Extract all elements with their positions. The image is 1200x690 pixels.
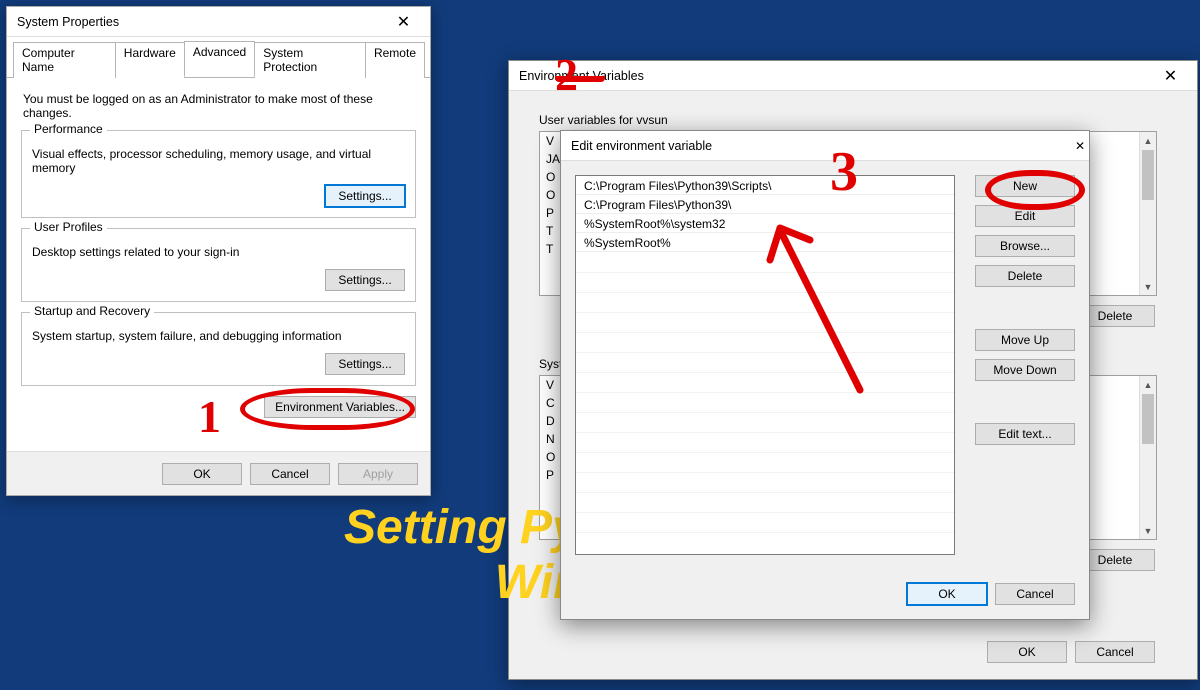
editdlg-cancel-button[interactable]: Cancel — [995, 583, 1075, 605]
legend-performance: Performance — [30, 122, 107, 136]
close-icon[interactable]: ✕ — [1075, 139, 1085, 153]
editdlg-titlebar[interactable]: Edit environment variable ✕ — [561, 131, 1089, 161]
list-item[interactable]: %SystemRoot% — [576, 233, 954, 252]
sysprop-footer: OK Cancel Apply — [7, 451, 430, 495]
edit-text-button[interactable]: Edit text... — [975, 423, 1075, 445]
move-up-button[interactable]: Move Up — [975, 329, 1075, 351]
annotation-underline-2 — [555, 72, 605, 82]
user-variables-label: User variables for vvsun — [539, 113, 668, 127]
apply-button[interactable]: Apply — [338, 463, 418, 485]
browse-button[interactable]: Browse... — [975, 235, 1075, 257]
cancel-button[interactable]: Cancel — [250, 463, 330, 485]
envwin-title: Environment Variables — [519, 69, 1148, 83]
tab-advanced[interactable]: Advanced — [184, 41, 255, 77]
path-entries-list[interactable]: C:\Program Files\Python39\Scripts\ C:\Pr… — [575, 175, 955, 555]
tab-remote[interactable]: Remote — [365, 42, 425, 78]
tab-computer-name[interactable]: Computer Name — [13, 42, 116, 78]
editdlg-ok-button[interactable]: OK — [907, 583, 987, 605]
scrollbar-thumb[interactable] — [1142, 394, 1154, 444]
admin-hint: You must be logged on as an Administrato… — [23, 92, 416, 120]
delete-button[interactable]: Delete — [975, 265, 1075, 287]
performance-settings-button[interactable]: Settings... — [325, 185, 405, 207]
desc-profiles: Desktop settings related to your sign-in — [32, 245, 405, 259]
new-button[interactable]: New — [975, 175, 1075, 197]
group-user-profiles: User Profiles Desktop settings related t… — [21, 228, 416, 302]
ok-button[interactable]: OK — [162, 463, 242, 485]
tab-hardware[interactable]: Hardware — [115, 42, 185, 78]
tab-system-protection[interactable]: System Protection — [254, 42, 366, 78]
chevron-up-icon[interactable]: ▲ — [1140, 132, 1156, 149]
envwin-ok-button[interactable]: OK — [987, 641, 1067, 663]
group-performance: Performance Visual effects, processor sc… — [21, 130, 416, 218]
profiles-settings-button[interactable]: Settings... — [325, 269, 405, 291]
titlebar[interactable]: System Properties ✕ — [7, 7, 430, 37]
editdlg-side-buttons: New Edit Browse... Delete Move Up Move D… — [975, 175, 1075, 445]
move-down-button[interactable]: Move Down — [975, 359, 1075, 381]
sysprop-body: You must be logged on as an Administrato… — [7, 78, 430, 426]
list-item[interactable]: %SystemRoot%\system32 — [576, 214, 954, 233]
group-startup: Startup and Recovery System startup, sys… — [21, 312, 416, 386]
scrollbar[interactable]: ▲ ▼ — [1139, 132, 1156, 295]
close-icon[interactable]: ✕ — [1148, 62, 1193, 90]
desc-startup: System startup, system failure, and debu… — [32, 329, 405, 343]
close-icon[interactable]: ✕ — [381, 8, 426, 36]
system-properties-window: System Properties ✕ Computer Name Hardwa… — [6, 6, 431, 496]
envwin-cancel-button[interactable]: Cancel — [1075, 641, 1155, 663]
legend-startup: Startup and Recovery — [30, 304, 154, 318]
chevron-down-icon[interactable]: ▼ — [1140, 278, 1156, 295]
tabs: Computer Name Hardware Advanced System P… — [7, 37, 430, 78]
editdlg-title: Edit environment variable — [571, 139, 1075, 153]
startup-settings-button[interactable]: Settings... — [325, 353, 405, 375]
scrollbar-thumb[interactable] — [1142, 150, 1154, 200]
chevron-up-icon[interactable]: ▲ — [1140, 376, 1156, 393]
list-item[interactable]: C:\Program Files\Python39\ — [576, 195, 954, 214]
desc-performance: Visual effects, processor scheduling, me… — [32, 147, 405, 175]
environment-variables-button[interactable]: Environment Variables... — [264, 396, 416, 418]
edit-button[interactable]: Edit — [975, 205, 1075, 227]
legend-profiles: User Profiles — [30, 220, 107, 234]
window-title: System Properties — [17, 15, 381, 29]
list-item[interactable]: C:\Program Files\Python39\Scripts\ — [576, 176, 954, 195]
envwin-titlebar[interactable]: Environment Variables ✕ — [509, 61, 1197, 91]
edit-environment-variable-dialog: Edit environment variable ✕ C:\Program F… — [560, 130, 1090, 620]
